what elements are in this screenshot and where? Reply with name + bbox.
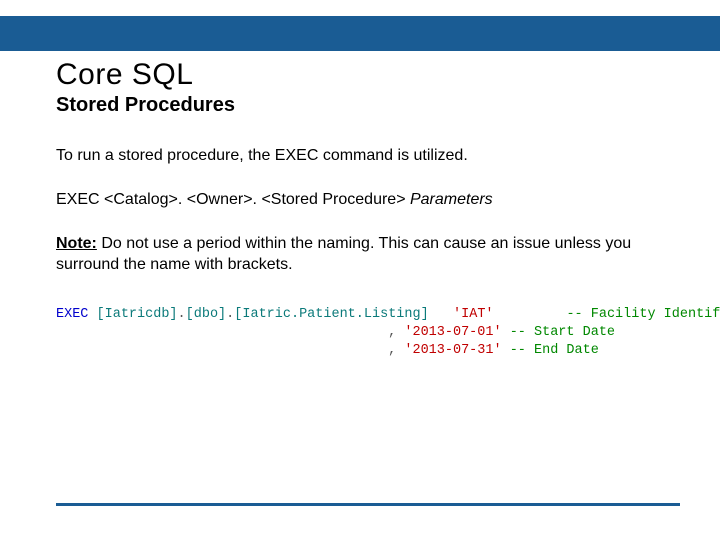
code-keyword: EXEC	[56, 307, 88, 322]
code-arg0-comment: -- Facility Identifier	[566, 307, 720, 322]
header-bar	[0, 16, 720, 51]
code-arg2-lead: ,	[380, 343, 404, 358]
code-arg2-comment: -- End Date	[510, 343, 599, 358]
code-arg1-pad	[502, 325, 510, 340]
code-block: EXEC [Iatricdb].[dbo].[Iatric.Patient.Li…	[56, 306, 680, 361]
note-text: Do not use a period within the naming. T…	[56, 235, 631, 274]
content-area: Core SQL Stored Procedures To run a stor…	[56, 58, 680, 360]
code-arg1-comment: -- Start Date	[510, 325, 615, 340]
code-arg2-value: '2013-07-31'	[404, 343, 501, 358]
footer-bar	[56, 503, 680, 506]
page-subtitle: Stored Procedures	[56, 94, 680, 117]
code-arg0-pad	[494, 307, 567, 322]
code-arg0-lead	[429, 307, 453, 322]
syntax-params: Parameters	[410, 191, 493, 208]
code-arg1-lead: ,	[380, 325, 404, 340]
code-owner: [dbo]	[186, 307, 227, 322]
intro-text: To run a stored procedure, the EXEC comm…	[56, 145, 680, 167]
code-arg0-value: 'IAT'	[453, 307, 494, 322]
code-proc: [Iatric.Patient.Listing]	[234, 307, 428, 322]
note-label: Note:	[56, 235, 97, 252]
slide: Core SQL Stored Procedures To run a stor…	[0, 0, 720, 540]
code-arg1-value: '2013-07-01'	[404, 325, 501, 340]
code-catalog: [Iatricdb]	[97, 307, 178, 322]
syntax-prefix: EXEC <Catalog>. <Owner>. <Stored Procedu…	[56, 191, 410, 208]
code-dot-1: .	[178, 307, 186, 322]
page-title: Core SQL	[56, 58, 680, 92]
syntax-line: EXEC <Catalog>. <Owner>. <Stored Procedu…	[56, 191, 680, 209]
code-arg2-pad	[502, 343, 510, 358]
note-line: Note: Do not use a period within the nam…	[56, 233, 680, 276]
